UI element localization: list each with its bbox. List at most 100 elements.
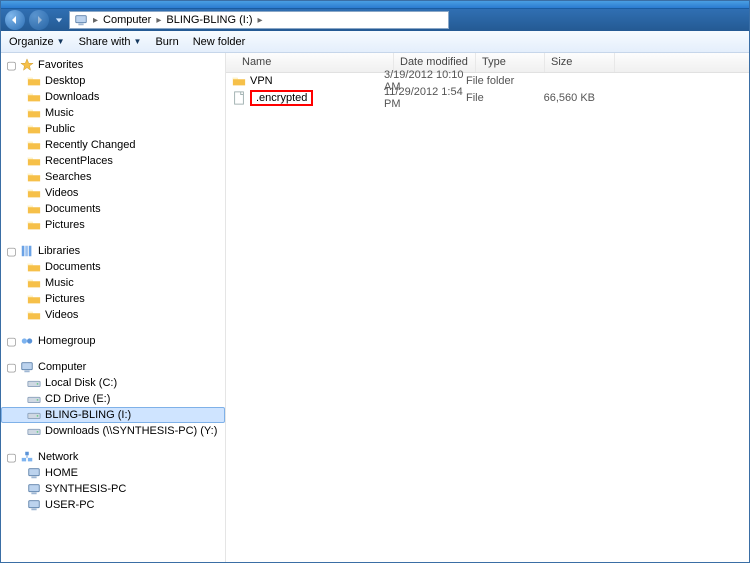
- chevron-right-icon: ▸: [258, 15, 263, 26]
- sidebar-item-label: Documents: [45, 203, 101, 215]
- nav-back-button[interactable]: [5, 10, 25, 30]
- sidebar-item-label: Recently Changed: [45, 139, 136, 151]
- folder-icon: [27, 218, 41, 232]
- favorites-group: ▢ Favorites Desktop Downloads Music Public R…: [1, 57, 225, 233]
- sidebar-item[interactable]: USER-PC: [1, 497, 225, 513]
- file-date: 11/29/2012 1:54 PM: [384, 86, 466, 110]
- file-size: 66,560 KB: [535, 92, 595, 104]
- collapse-icon: ▢: [7, 337, 16, 346]
- network-group: ▢ Network HOME SYNTHESIS-PC USER-PC: [1, 449, 225, 513]
- breadcrumb-computer[interactable]: Computer: [101, 14, 153, 26]
- folder-icon: [27, 292, 41, 306]
- navigation-pane[interactable]: ▢ Favorites Desktop Downloads Music Public R…: [1, 53, 226, 562]
- homegroup-header[interactable]: ▢ Homegroup: [1, 333, 225, 349]
- organize-menu[interactable]: Organize▼: [9, 36, 65, 48]
- libraries-label: Libraries: [38, 245, 80, 257]
- homegroup-label: Homegroup: [38, 335, 95, 347]
- sidebar-item[interactable]: Pictures: [1, 291, 225, 307]
- folder-icon: [27, 276, 41, 290]
- folder-icon: [27, 170, 41, 184]
- nav-forward-button[interactable]: [29, 10, 49, 30]
- network-label: Network: [38, 451, 78, 463]
- sidebar-item[interactable]: Music: [1, 105, 225, 121]
- drive-icon: [27, 408, 41, 422]
- sidebar-item[interactable]: CD Drive (E:): [1, 391, 225, 407]
- breadcrumb[interactable]: ▸ Computer ▸ BLING-BLING (I:) ▸: [69, 11, 449, 29]
- burn-label: Burn: [155, 36, 178, 48]
- arrow-left-icon: [10, 15, 20, 25]
- sidebar-item-label: HOME: [45, 467, 78, 479]
- sidebar-item[interactable]: Music: [1, 275, 225, 291]
- pc-icon: [27, 466, 41, 480]
- sidebar-item[interactable]: SYNTHESIS-PC: [1, 481, 225, 497]
- col-name[interactable]: Name: [236, 53, 394, 72]
- sidebar-item[interactable]: Local Disk (C:): [1, 375, 225, 391]
- window-titlebar: [1, 1, 749, 9]
- sidebar-item[interactable]: Documents: [1, 201, 225, 217]
- file-name: .encrypted: [250, 90, 313, 106]
- share-with-menu[interactable]: Share with▼: [79, 36, 142, 48]
- sidebar-item-label: CD Drive (E:): [45, 393, 110, 405]
- computer-group: ▢ Computer Local Disk (C:) CD Drive (E:) B…: [1, 359, 225, 439]
- sidebar-item[interactable]: Pictures: [1, 217, 225, 233]
- drive-icon: [27, 392, 41, 406]
- share-label: Share with: [79, 36, 131, 48]
- sidebar-item-label: RecentPlaces: [45, 155, 113, 167]
- sidebar-item[interactable]: RecentPlaces: [1, 153, 225, 169]
- file-row[interactable]: VPN3/19/2012 10:10 AMFile folder: [226, 73, 749, 89]
- collapse-icon: ▢: [7, 247, 16, 256]
- sidebar-item-label: SYNTHESIS-PC: [45, 483, 126, 495]
- sidebar-item-label: Downloads: [45, 91, 99, 103]
- sidebar-item[interactable]: Searches: [1, 169, 225, 185]
- sidebar-item-label: Documents: [45, 261, 101, 273]
- folder-icon: [27, 90, 41, 104]
- collapse-icon: ▢: [7, 453, 16, 462]
- sidebar-item[interactable]: Public: [1, 121, 225, 137]
- checkbox-column[interactable]: [226, 53, 236, 72]
- sidebar-item[interactable]: BLING-BLING (I:): [1, 407, 225, 423]
- file-list-pane[interactable]: Name Date modified Type Size VPN3/19/201…: [226, 53, 749, 562]
- col-type[interactable]: Type: [476, 53, 545, 72]
- libraries-group: ▢ Libraries Documents Music Pictures Videos: [1, 243, 225, 323]
- sidebar-item-label: BLING-BLING (I:): [45, 409, 131, 421]
- chevron-down-icon: ▼: [134, 37, 142, 46]
- sidebar-item-label: Videos: [45, 187, 78, 199]
- libraries-icon: [20, 244, 34, 258]
- file-row[interactable]: .encrypted11/29/2012 1:54 PMFile66,560 K…: [226, 90, 749, 106]
- sidebar-item-label: Music: [45, 107, 74, 119]
- sidebar-item[interactable]: Documents: [1, 259, 225, 275]
- folder-icon: [27, 202, 41, 216]
- sidebar-item[interactable]: Downloads (\\SYNTHESIS-PC) (Y:): [1, 423, 225, 439]
- folder-icon: [27, 260, 41, 274]
- breadcrumb-location[interactable]: BLING-BLING (I:): [164, 14, 254, 26]
- chevron-right-icon: ▸: [93, 15, 98, 26]
- sidebar-item[interactable]: Videos: [1, 307, 225, 323]
- collapse-icon: ▢: [7, 363, 16, 372]
- chevron-down-icon: [55, 16, 63, 24]
- folder-icon: [27, 308, 41, 322]
- nav-history-button[interactable]: [53, 11, 65, 29]
- column-headers: Name Date modified Type Size: [226, 53, 749, 73]
- drive-icon: [27, 424, 41, 438]
- sidebar-item-label: Pictures: [45, 293, 85, 305]
- computer-header[interactable]: ▢ Computer: [1, 359, 225, 375]
- sidebar-item[interactable]: HOME: [1, 465, 225, 481]
- main-area: ▢ Favorites Desktop Downloads Music Public R…: [1, 53, 749, 562]
- folder-icon: [27, 186, 41, 200]
- sidebar-item-label: Pictures: [45, 219, 85, 231]
- folder-icon: [232, 74, 246, 88]
- pc-icon: [27, 498, 41, 512]
- sidebar-item-label: Videos: [45, 309, 78, 321]
- col-size[interactable]: Size: [545, 53, 615, 72]
- libraries-header[interactable]: ▢ Libraries: [1, 243, 225, 259]
- favorites-header[interactable]: ▢ Favorites: [1, 57, 225, 73]
- sidebar-item[interactable]: Videos: [1, 185, 225, 201]
- drive-icon: [27, 376, 41, 390]
- file-type: File: [466, 92, 535, 104]
- new-folder-button[interactable]: New folder: [193, 36, 246, 48]
- burn-button[interactable]: Burn: [155, 36, 178, 48]
- sidebar-item[interactable]: Desktop: [1, 73, 225, 89]
- sidebar-item[interactable]: Downloads: [1, 89, 225, 105]
- sidebar-item[interactable]: Recently Changed: [1, 137, 225, 153]
- network-header[interactable]: ▢ Network: [1, 449, 225, 465]
